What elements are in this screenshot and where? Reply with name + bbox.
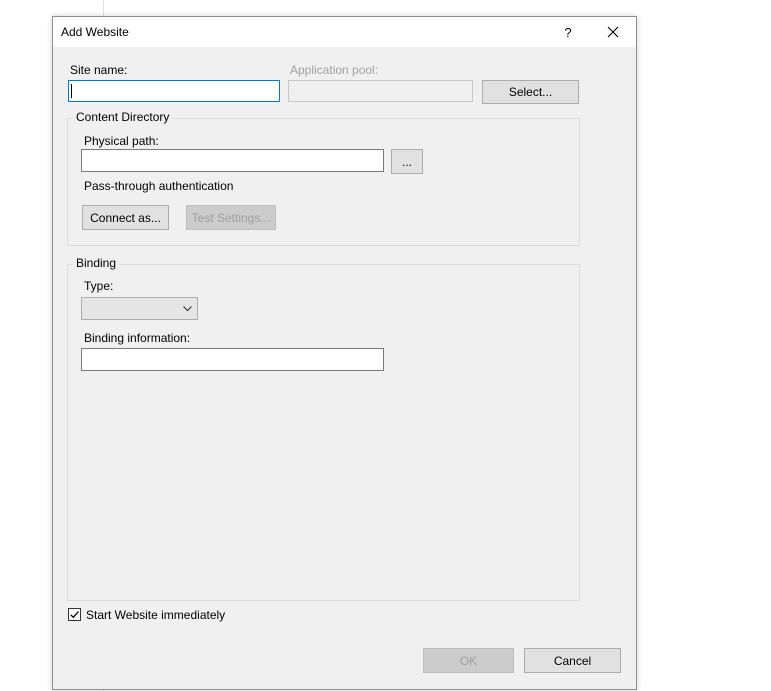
dialog-title: Add Website	[61, 25, 129, 39]
passthrough-auth-label: Pass-through authentication	[84, 179, 234, 193]
close-icon	[607, 26, 619, 38]
checkmark-icon	[70, 611, 79, 619]
help-button[interactable]: ?	[546, 17, 590, 47]
application-pool-label: Application pool:	[290, 63, 379, 77]
content-directory-title: Content Directory	[73, 110, 173, 124]
start-immediately-label: Start Website immediately	[86, 608, 226, 622]
ok-button: OK	[423, 648, 514, 673]
binding-info-input[interactable]	[81, 348, 384, 371]
chevron-down-icon	[183, 306, 192, 312]
cancel-button[interactable]: Cancel	[524, 648, 621, 673]
title-bar: Add Website ?	[53, 17, 636, 47]
start-immediately-checkbox[interactable]	[68, 608, 81, 621]
site-name-label: Site name:	[70, 63, 128, 77]
application-pool-field	[288, 80, 473, 102]
help-icon: ?	[564, 24, 572, 40]
physical-path-input[interactable]	[81, 149, 384, 172]
connect-as-button[interactable]: Connect as...	[82, 205, 169, 230]
physical-path-label: Physical path:	[84, 134, 159, 148]
binding-type-label: Type:	[84, 279, 114, 293]
browse-path-button[interactable]: ...	[391, 149, 423, 174]
close-button[interactable]	[591, 17, 635, 47]
test-settings-button: Test Settings...	[186, 205, 276, 230]
text-caret	[71, 84, 72, 98]
select-pool-button[interactable]: Select...	[482, 80, 579, 104]
add-website-dialog: Add Website ? Site name: Application poo…	[52, 16, 637, 690]
binding-type-select[interactable]	[81, 297, 198, 320]
binding-title: Binding	[73, 256, 120, 270]
binding-info-label: Binding information:	[84, 331, 191, 345]
site-name-input[interactable]	[68, 80, 280, 102]
